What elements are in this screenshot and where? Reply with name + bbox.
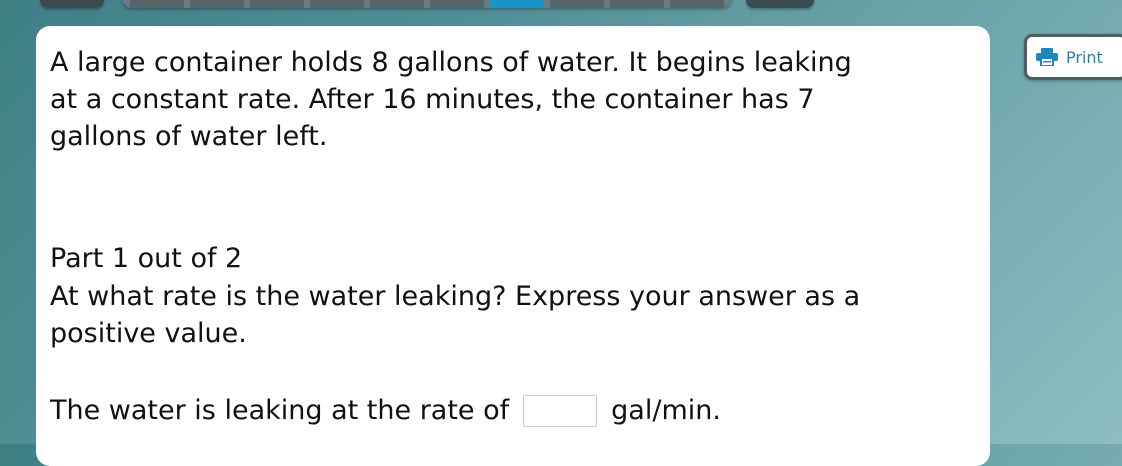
progress-segment-current[interactable] <box>490 0 544 8</box>
answer-unit: gal/min. <box>611 395 721 426</box>
next-nav-button[interactable] <box>746 0 814 8</box>
progress-segment[interactable] <box>550 0 604 8</box>
progress-segment[interactable] <box>190 0 244 8</box>
answer-sentence: The water is leaking at the rate of gal/… <box>50 392 721 429</box>
printer-icon <box>1036 48 1058 67</box>
previous-nav-button[interactable] <box>40 0 104 8</box>
progress-segment[interactable] <box>610 0 664 8</box>
problem-statement: A large container holds 8 gallons of wat… <box>50 47 852 152</box>
part-label: Part 1 out of 2 <box>50 243 243 274</box>
rate-answer-input[interactable] <box>523 394 598 427</box>
progress-segment[interactable] <box>370 0 424 8</box>
top-navigation <box>0 0 1122 10</box>
print-label: Print <box>1066 47 1103 67</box>
answer-prefix: The water is leaking at the rate of <box>50 395 510 426</box>
progress-segment[interactable] <box>130 0 184 8</box>
question-progress-bar <box>122 0 732 8</box>
question-text: At what rate is the water leaking? Expre… <box>50 281 861 349</box>
progress-segment[interactable] <box>670 0 724 8</box>
progress-segment[interactable] <box>430 0 484 8</box>
progress-segment[interactable] <box>310 0 364 8</box>
print-button[interactable]: Print <box>1024 34 1122 80</box>
question-card: A large container holds 8 gallons of wat… <box>36 26 990 466</box>
progress-segment[interactable] <box>250 0 304 8</box>
